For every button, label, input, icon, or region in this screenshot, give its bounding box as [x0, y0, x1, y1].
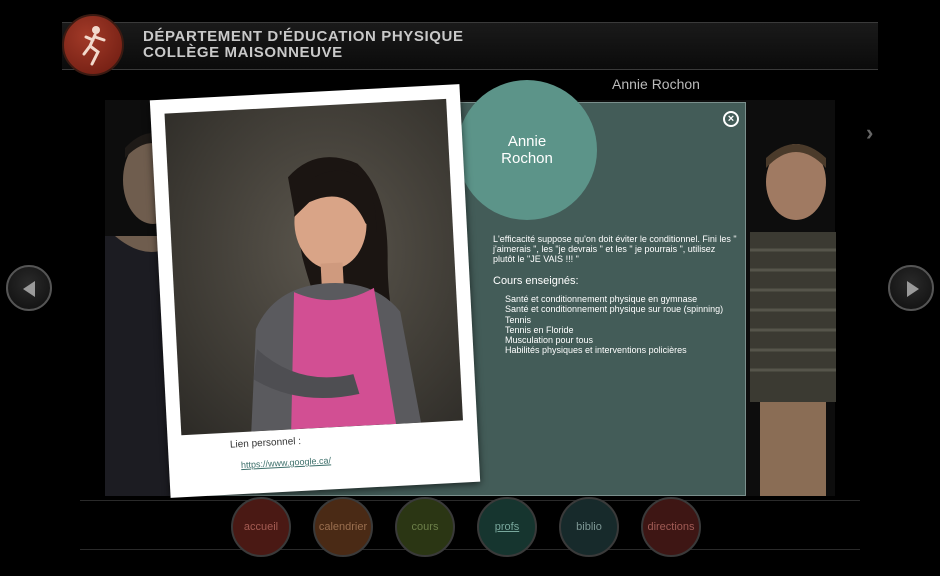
profile-quote: L'efficacité suppose qu'on doit éviter l… — [493, 234, 737, 264]
cours-title: Cours enseignés: — [493, 275, 579, 287]
lien-personnel-link[interactable]: https://www.google.ca/ — [241, 455, 331, 470]
current-prof-name: Annie Rochon — [612, 76, 700, 92]
profile-name-circle: Annie Rochon — [457, 80, 597, 220]
cours-item: Santé et conditionnement physique sur ro… — [505, 304, 724, 315]
profile-first-name: Annie — [507, 133, 547, 150]
previous-button[interactable] — [6, 265, 52, 311]
cours-item: Habilités physiques et interventions pol… — [505, 345, 687, 356]
bottom-nav-bar — [80, 500, 860, 550]
profile-photo-card: Lien personnel : https://www.google.ca/ — [149, 84, 481, 498]
cours-item: Tennis — [505, 314, 532, 325]
department-title: DÉPARTEMENT D'ÉDUCATION PHYSIQUE COLLÈGE… — [143, 29, 464, 61]
department-line-1: DÉPARTEMENT D'ÉDUCATION PHYSIQUE — [143, 28, 464, 45]
cours-item: Santé et conditionnement physique en gym… — [505, 294, 698, 304]
arrow-left-icon — [23, 281, 35, 297]
nav-accueil-button[interactable]: accueil — [231, 497, 291, 557]
close-icon[interactable]: × — [723, 111, 739, 127]
lien-personnel-label: Lien personnel : — [229, 435, 302, 451]
next-button[interactable] — [888, 265, 934, 311]
arrow-right-icon — [907, 281, 919, 297]
cours-item: Musculation pour tous — [505, 335, 594, 346]
nav-directions-button[interactable]: directions — [641, 497, 701, 557]
cours-list: Santé et conditionnement physique en gym… — [505, 294, 723, 356]
nav-cours-button[interactable]: cours — [395, 497, 455, 557]
department-line-2: COLLÈGE MAISONNEUVE — [143, 44, 343, 61]
profile-last-name: Rochon — [501, 150, 553, 167]
cours-item: Tennis en Floride — [505, 324, 574, 335]
background-person-right[interactable] — [750, 140, 836, 496]
nav-biblio-button[interactable]: biblio — [559, 497, 619, 557]
nav-profs-button[interactable]: profs — [477, 497, 537, 557]
profile-photo — [164, 98, 463, 436]
runner-logo-icon[interactable] — [62, 14, 124, 76]
nav-calendrier-button[interactable]: calendrier — [313, 497, 373, 557]
chevron-right-icon[interactable]: › — [866, 120, 873, 146]
